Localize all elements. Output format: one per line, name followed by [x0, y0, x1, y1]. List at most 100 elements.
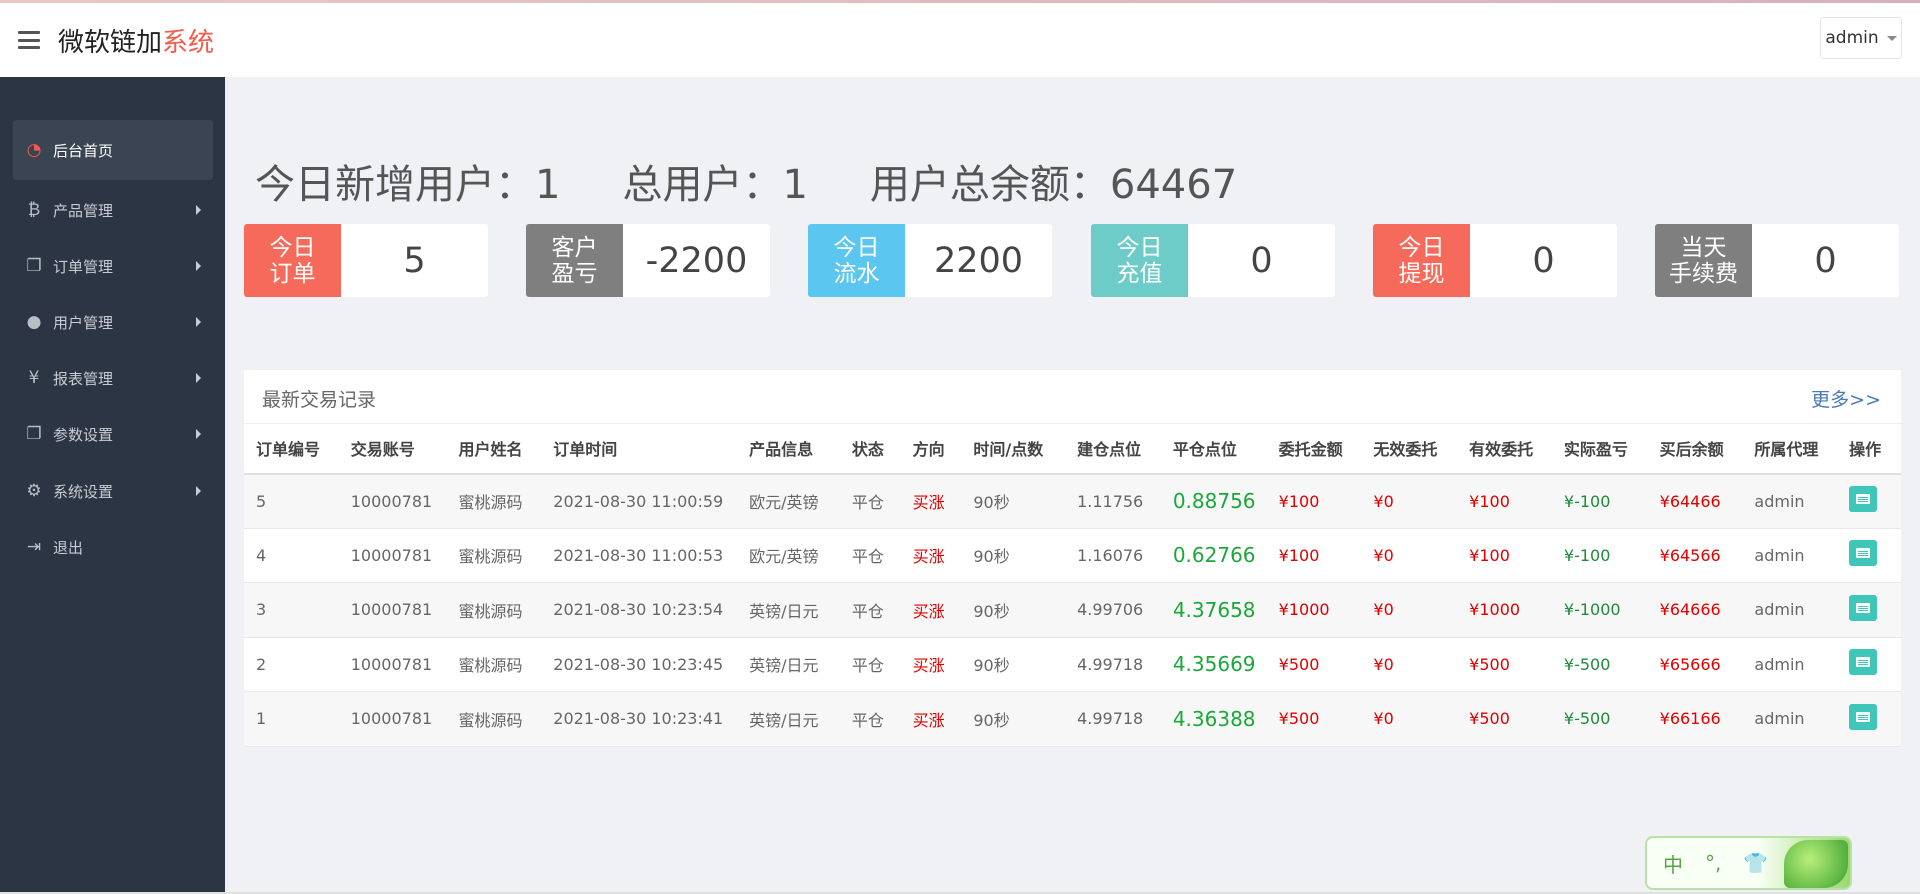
table-cell: 4.99718: [1065, 691, 1161, 747]
sidebar-item-7[interactable]: ⇥ 退出: [13, 517, 213, 577]
ime-chinese-mode[interactable]: 中: [1663, 849, 1683, 878]
table-cell-action: [1837, 582, 1901, 638]
sidebar-item-label: 用户管理: [53, 313, 114, 332]
sidebar-item-2[interactable]: ❐ 订单管理: [13, 236, 213, 296]
table-cell: 4: [244, 528, 339, 583]
table-cell: ¥500: [1266, 691, 1362, 747]
table-cell-action: [1837, 637, 1901, 692]
stat-card: 客户 盈亏 -2200: [526, 224, 770, 297]
table-cell: 2: [244, 637, 339, 692]
sidebar-item-label: 系统设置: [53, 482, 114, 501]
table-cell: 10000781: [338, 473, 447, 529]
user-dropdown[interactable]: admin: [1820, 17, 1902, 59]
table-cell: ¥-500: [1551, 691, 1648, 747]
view-detail-button[interactable]: [1849, 540, 1878, 567]
column-header: 订单时间: [541, 423, 738, 475]
column-header: 方向: [900, 423, 962, 475]
user-icon: ●: [26, 312, 42, 332]
view-detail-button[interactable]: [1849, 594, 1878, 621]
sidebar-item-1[interactable]: ₿ 产品管理: [13, 180, 213, 240]
table-cell: 90秒: [961, 691, 1066, 747]
sidebar-item-6[interactable]: ⚙ 系统设置: [13, 461, 213, 521]
table-cell: 蜜桃源码: [446, 637, 542, 692]
stat-label: 当天 手续费: [1655, 224, 1752, 297]
sidebar: ◔ 后台首页 ₿ 产品管理 ❐ 订单管理 ● 用户管理 ¥ 报表管理 ❐ 参数设置 ⚙ 系统设置 ⇥ 退出: [0, 77, 225, 894]
table-cell: 买涨: [900, 691, 962, 747]
table-cell: ¥500: [1457, 637, 1552, 692]
table-row: 1 10000781 蜜桃源码 2021-08-30 10:23:41 英镑/日元 平仓买…: [244, 691, 1901, 747]
table-cell: ¥500: [1266, 637, 1362, 692]
sidebar-item-label: 订单管理: [53, 257, 114, 276]
stat-value: 2200: [933, 240, 1024, 281]
table-cell: 4.99718: [1065, 637, 1161, 692]
table-cell: 买涨: [900, 582, 962, 638]
app-logo[interactable]: 微软链加系统: [58, 22, 214, 59]
table-cell: 2021-08-30 10:23:41: [541, 691, 738, 747]
table-cell: 平仓: [839, 637, 901, 692]
table-cell: 90秒: [961, 473, 1066, 529]
table-cell: 0.88756: [1160, 473, 1267, 529]
table-cell: 买涨: [900, 528, 962, 583]
sidebar-item-3[interactable]: ● 用户管理: [13, 292, 213, 352]
table-cell: admin: [1742, 582, 1838, 638]
table-cell: admin: [1742, 473, 1838, 529]
logo-main-text: 微软链加: [58, 27, 163, 58]
sidebar-item-0[interactable]: ◔ 后台首页: [13, 120, 213, 180]
column-header: 有效委托: [1457, 423, 1552, 475]
view-detail-button[interactable]: [1849, 649, 1878, 676]
table-header-row: 订单编号 交易账号 用户姓名 订单时间 产品信息 状态 方向 时间/点数 建仓点位 平仓点位 委托金…: [244, 423, 1901, 475]
sidebar-item-4[interactable]: ¥ 报表管理: [13, 348, 213, 408]
sidebar-item-label: 退出: [53, 538, 84, 557]
menu-toggle-icon[interactable]: [18, 31, 40, 49]
column-header: 用户姓名: [446, 423, 542, 475]
total-users-value: 1: [782, 162, 808, 208]
new-users-value: 1: [535, 162, 561, 208]
table-cell: ¥-100: [1551, 528, 1648, 583]
table-cell-action: [1837, 528, 1901, 583]
stat-card: 今日 流水 2200: [808, 224, 1052, 297]
table-cell: 4.99706: [1065, 582, 1161, 638]
table-cell: 买涨: [900, 637, 962, 692]
table-cell: 平仓: [839, 473, 901, 529]
view-detail-button[interactable]: [1849, 486, 1878, 512]
table-cell: 1: [244, 691, 339, 747]
table-cell: ¥-100: [1551, 473, 1648, 529]
table-row: 3 10000781 蜜桃源码 2021-08-30 10:23:54 英镑/日元 平仓买…: [244, 582, 1901, 638]
table-cell-action: [1837, 691, 1901, 747]
column-header: 委托金额: [1266, 423, 1362, 475]
sidebar-item-label: 参数设置: [53, 425, 114, 444]
total-users-label: 总用户：: [622, 162, 783, 208]
sidebar-item-label: 报表管理: [53, 369, 114, 388]
logo-accent-text: 系统: [162, 27, 215, 58]
table-row: 2 10000781 蜜桃源码 2021-08-30 10:23:45 英镑/日元 平仓买…: [244, 637, 1901, 692]
stat-card: 今日 提现 0: [1373, 224, 1617, 297]
sidebar-item-5[interactable]: ❐ 参数设置: [13, 404, 213, 464]
trades-table: 订单编号 交易账号 用户姓名 订单时间 产品信息 状态 方向 时间/点数 建仓点位 平仓点位 委托金…: [244, 423, 1901, 747]
view-detail-button[interactable]: [1849, 703, 1878, 730]
user-summary: 今日新增用户：1 总用户：1 用户总余额：64467: [255, 152, 1237, 210]
chevron-right-icon: [196, 261, 201, 271]
table-cell: 英镑/日元: [737, 582, 840, 638]
stat-label: 客户 盈亏: [526, 224, 623, 297]
ime-skin-icon[interactable]: 👕: [1743, 851, 1768, 875]
column-header: 所属代理: [1742, 423, 1838, 475]
table-cell: 10000781: [338, 582, 447, 638]
table-row: 4 10000781 蜜桃源码 2021-08-30 11:00:53 欧元/英镑 平仓买…: [244, 528, 1901, 583]
table-cell: 10000781: [338, 691, 447, 747]
stat-label: 今日 提现: [1373, 224, 1470, 297]
table-cell: admin: [1742, 691, 1838, 747]
bitcoin-icon: ₿: [27, 200, 41, 220]
table-cell: 平仓: [839, 691, 901, 747]
table-cell: ¥66166: [1647, 691, 1743, 747]
new-users-label: 今日新增用户：: [255, 162, 535, 208]
table-cell: ¥64666: [1647, 582, 1743, 638]
table-cell: 欧元/英镑: [737, 528, 840, 583]
more-link[interactable]: 更多>>: [1811, 385, 1881, 412]
column-header: 实际盈亏: [1551, 423, 1648, 475]
table-cell-action: [1837, 473, 1901, 529]
ime-punctuation-mode[interactable]: °,: [1705, 851, 1721, 875]
copy-icon: ❐: [26, 424, 42, 444]
table-cell: 2021-08-30 11:00:59: [541, 473, 738, 529]
ime-toolbar[interactable]: 中 °, 👕: [1645, 836, 1852, 890]
table-cell: 1.11756: [1065, 473, 1161, 529]
